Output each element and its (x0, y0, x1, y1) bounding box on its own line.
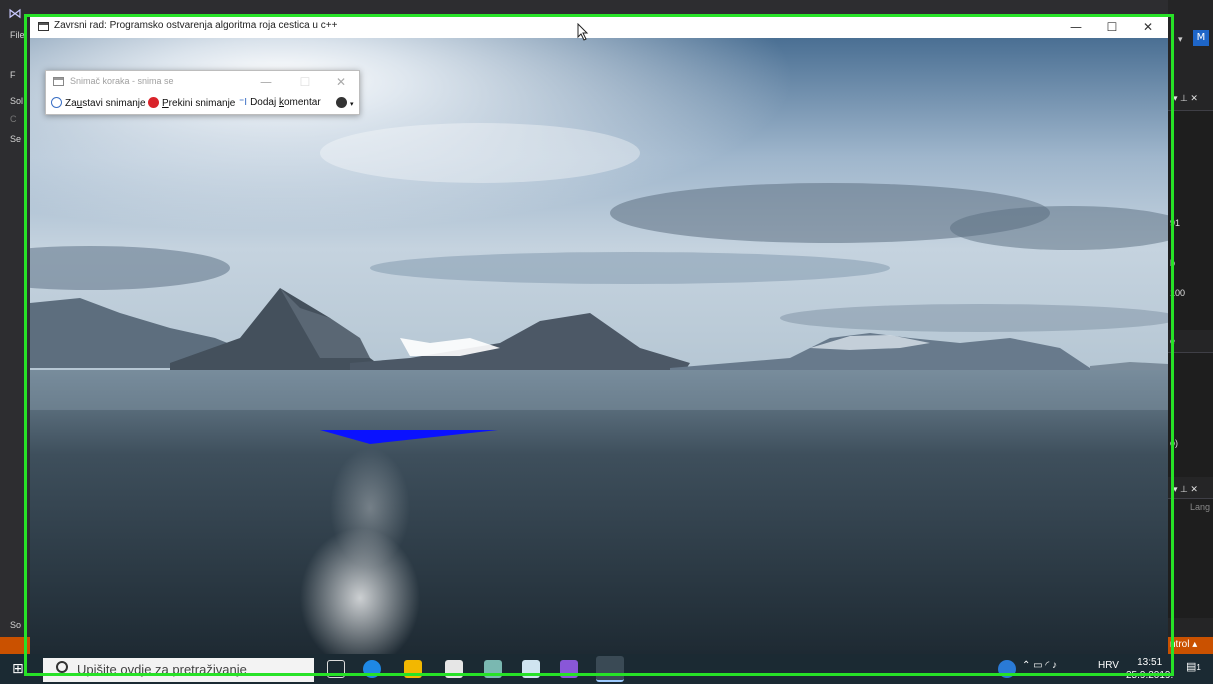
source-control-label: ntrol (1170, 639, 1190, 650)
clock-time: 13:51 (1137, 657, 1163, 668)
vs-fragment-c: C (10, 114, 17, 124)
mouse-cursor-icon (577, 23, 589, 41)
app-icon[interactable] (484, 660, 502, 678)
vs-lang-column: Lang (1190, 502, 1211, 512)
steps-recorder-window: Snimač koraka - snima se — ☐ ✕ Zaustavi … (45, 70, 360, 115)
vs-file-menu[interactable]: File (10, 30, 25, 40)
vs-value-b: b (1170, 258, 1176, 268)
search-icon (56, 661, 68, 673)
skybox-scene (30, 38, 1168, 654)
taskbar-search-box[interactable]: Upišite ovdje za pretraživanje (43, 658, 314, 682)
vs-left-strip: ⋈ File F Sol C Se So (0, 0, 34, 654)
vs-source-control[interactable]: ntrol ▴ (1170, 639, 1197, 650)
vs-menu-fragment: F (10, 70, 16, 80)
steps-recorder-title: Snimač koraka - snima se (70, 76, 174, 86)
stop-label-part: rekini snimanje (168, 98, 236, 109)
vs-value-e: e (1170, 336, 1176, 346)
store-icon[interactable] (445, 660, 463, 678)
stop-record-icon (148, 97, 159, 108)
vs-search-fragment: Se (10, 134, 22, 144)
notification-center-icon[interactable]: ▤1 (1186, 660, 1201, 673)
pause-label-part: Za (65, 98, 77, 109)
add-comment-button[interactable]: ⁼I Dodaj komentar (239, 97, 321, 108)
pause-icon (51, 97, 62, 108)
pause-recording-button[interactable]: Zaustavi snimanje (51, 97, 146, 109)
chevron-down-icon[interactable]: ▾ (1178, 34, 1183, 45)
vs-top-strip (34, 0, 1168, 16)
visual-studio-icon[interactable] (560, 660, 578, 678)
help-icon (336, 97, 347, 108)
comment-icon: ⁼I (239, 97, 248, 108)
steps-recorder-titlebar[interactable]: Snimač koraka - snima se — ☐ ✕ (46, 71, 359, 93)
pause-label-part: stavi snimanje (82, 98, 146, 109)
notification-count: 1 (1196, 663, 1201, 672)
steps-recorder-minimize-button[interactable]: — (254, 73, 278, 91)
close-button[interactable]: ✕ (1130, 16, 1166, 38)
vs-value-91: 91 (1170, 218, 1181, 228)
edge-browser-icon[interactable] (363, 660, 381, 678)
stop-label-accesskey: P (162, 98, 169, 109)
maximize-button[interactable]: ☐ (1094, 16, 1130, 38)
help-tray-icon[interactable] (998, 660, 1016, 678)
app-window-icon[interactable] (522, 660, 540, 678)
vs-value-100: 100 (1170, 288, 1186, 298)
steps-recorder-icon (53, 77, 64, 86)
vs-bottom-fragment: So (10, 620, 22, 630)
steps-recorder-maximize-button: ☐ (299, 75, 311, 89)
steps-recorder-toolbar: Zaustavi snimanje Prekini snimanje ⁼I Dod… (46, 94, 359, 115)
app-title: Zavrsni rad: Programsko ostvarenja algor… (54, 20, 338, 31)
steps-recorder-close-button[interactable]: ✕ (329, 73, 353, 91)
comment-label-part: Dodaj (250, 97, 279, 108)
minimize-button[interactable]: — (1058, 16, 1094, 38)
visual-studio-logo-icon: ⋈ (8, 6, 22, 22)
chevron-down-icon: ▾ (350, 101, 354, 108)
tray-icons[interactable]: ⌃ ▭ ◜ ♪ (1022, 660, 1057, 671)
running-app-icon[interactable] (596, 656, 624, 682)
clock-date: 25.9.2019. (1126, 670, 1174, 681)
app-titlebar[interactable]: Zavrsni rad: Programsko ostvarenja algor… (30, 16, 1168, 38)
vs-right-strip: M ▾ ▾ ⊥ ✕ 91 b 100 e o) ▾ ⊥ ✕ Lang (1168, 0, 1213, 654)
3d-scene-viewport[interactable] (30, 38, 1168, 654)
app-window-icon (38, 22, 49, 31)
vs-value-paren: o) (1170, 438, 1179, 448)
vs-output-panel (1168, 352, 1213, 477)
search-placeholder: Upišite ovdje za pretraživanje (77, 662, 247, 677)
desktop: ⋈ File F Sol C Se So M ▾ ▾ ⊥ ✕ 91 b 100 … (0, 0, 1213, 684)
pin-icon[interactable]: ▾ ⊥ ✕ (1173, 93, 1198, 104)
help-menu-button[interactable]: ▾ (336, 97, 354, 109)
task-view-icon[interactable] (327, 660, 345, 678)
comment-label-part: omentar (283, 97, 321, 108)
stop-recording-button[interactable]: Prekini snimanje (148, 97, 235, 109)
vs-explorer-panel (1168, 498, 1213, 618)
windows-taskbar: ⊞ Upišite ovdje za pretraživanje ⌃ ▭ ◜ ♪… (0, 654, 1213, 684)
windows-start-icon[interactable]: ⊞ (12, 661, 28, 677)
file-explorer-icon[interactable] (404, 660, 422, 678)
pin-icon[interactable]: ▾ ⊥ ✕ (1173, 484, 1198, 495)
vs-solution-fragment: Sol (10, 96, 24, 106)
taskbar-clock[interactable]: 13:51 25.9.2019. (1126, 656, 1173, 682)
vs-account-badge[interactable]: M (1193, 30, 1209, 46)
language-indicator[interactable]: HRV (1098, 660, 1119, 671)
